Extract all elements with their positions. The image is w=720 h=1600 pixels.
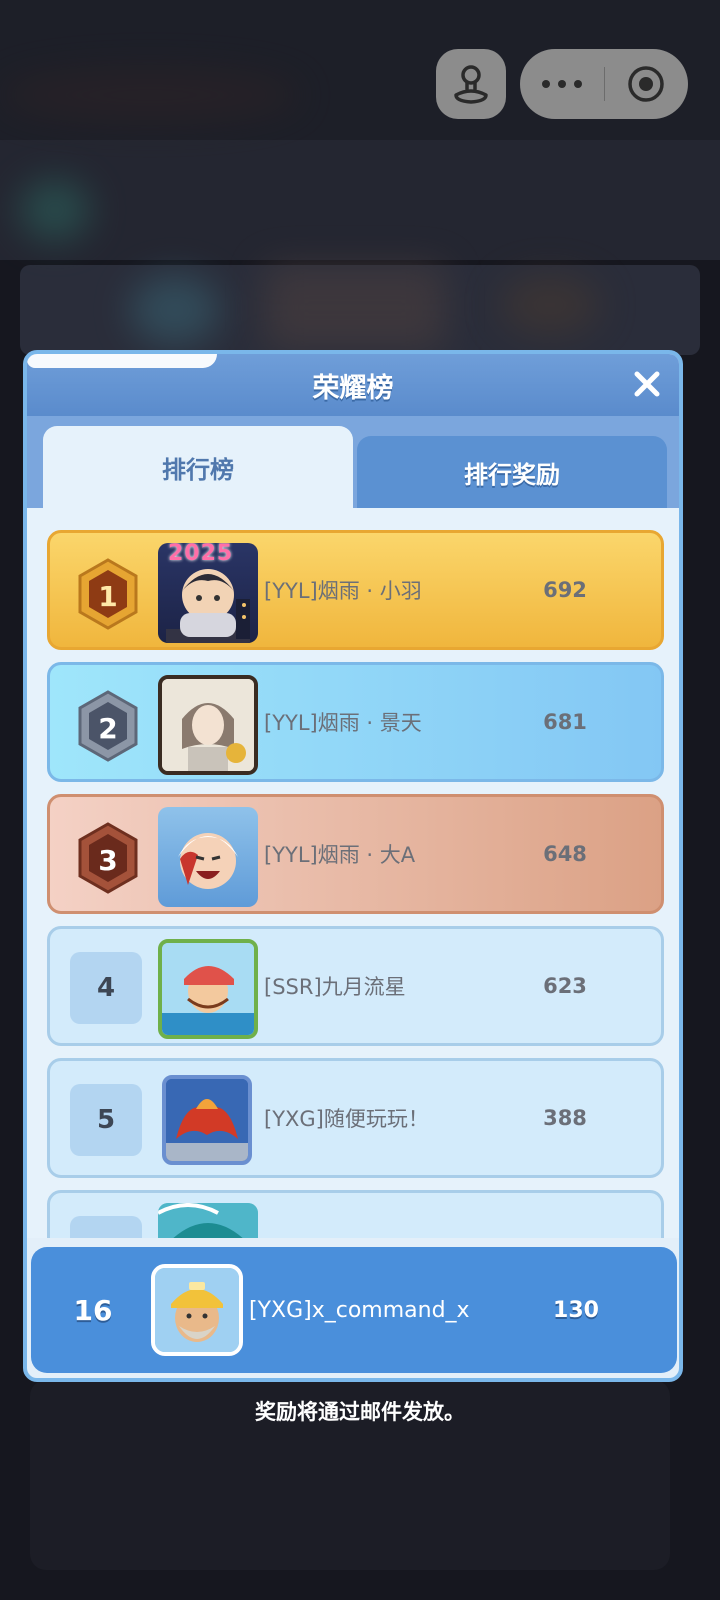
modal-title: 荣耀榜 — [312, 372, 394, 404]
more-icon — [541, 80, 582, 88]
player-name: [SSR]九月流星 — [264, 975, 406, 999]
tab-bar: 排行榜 排行奖励 — [27, 416, 679, 508]
tab-rewards[interactable]: 排行奖励 — [357, 436, 667, 508]
my-avatar — [151, 1264, 243, 1356]
player-score: 681 — [543, 710, 587, 734]
silver-medal-icon: 2 — [78, 690, 138, 762]
my-rank: 16 — [73, 1293, 113, 1327]
ranking-row-4[interactable]: 4 [SSR]九月流星 623 — [47, 926, 664, 1046]
avatar — [158, 1203, 258, 1238]
avatar — [158, 939, 258, 1039]
leaderboard-modal: 荣耀榜 排行榜 排行奖励 1 2025 [YYL]烟雨 · 小羽 692 2 [… — [23, 350, 683, 1382]
close-icon — [634, 371, 660, 397]
gold-medal-icon: 1 — [78, 558, 138, 630]
player-name: [YYL]烟雨 · 景天 — [264, 711, 422, 735]
player-name: [YXG]随便玩玩！ — [264, 1107, 429, 1131]
ranking-row-5[interactable]: 5 [YXG]随便玩玩！ 388 — [47, 1058, 664, 1178]
reward-mail-note: 奖励将通过邮件发放。 — [255, 1400, 465, 1424]
my-ranking-row[interactable]: 16 [YXG]x_command_x 130 — [31, 1247, 677, 1373]
rank-number — [70, 1216, 142, 1238]
joystick-button[interactable] — [436, 49, 506, 119]
joystick-icon — [454, 65, 488, 104]
capsule-menu — [520, 49, 688, 119]
avatar: 2025 — [158, 543, 258, 643]
my-player-score: 130 — [553, 1297, 599, 1323]
rank-3-label: 3 — [98, 844, 117, 877]
player-score: 648 — [543, 842, 587, 866]
ranking-row-3[interactable]: 3 [YYL]烟雨 · 大A 648 — [47, 794, 664, 914]
ranking-row-2[interactable]: 2 [YYL]烟雨 · 景天 681 — [47, 662, 664, 782]
avatar — [158, 807, 258, 907]
more-button[interactable] — [520, 49, 604, 119]
ranking-row-6[interactable] — [47, 1190, 664, 1238]
rank-number: 4 — [70, 952, 142, 1024]
avatar — [158, 675, 258, 775]
ranking-row-1[interactable]: 1 2025 [YYL]烟雨 · 小羽 692 — [47, 530, 664, 650]
rank-number: 5 — [70, 1084, 142, 1156]
player-score: 388 — [543, 1106, 587, 1130]
player-name: [YYL]烟雨 · 小羽 — [264, 579, 422, 603]
avatar — [162, 1075, 252, 1165]
snow-decoration — [27, 354, 217, 368]
close-button[interactable] — [629, 366, 665, 402]
bronze-medal-icon: 3 — [78, 822, 138, 894]
record-icon — [628, 66, 664, 102]
my-player-name: [YXG]x_command_x — [249, 1297, 470, 1323]
rank-2-label: 2 — [98, 712, 117, 745]
tab-ranking[interactable]: 排行榜 — [43, 426, 353, 508]
close-miniprogram-button[interactable] — [605, 49, 689, 119]
player-score: 623 — [543, 974, 587, 998]
avatar-badge-2025: 2025 — [168, 543, 234, 566]
player-name: [YYL]烟雨 · 大A — [264, 843, 416, 867]
player-score: 692 — [543, 578, 587, 602]
modal-header: 荣耀榜 — [27, 354, 679, 416]
ranking-list[interactable]: 1 2025 [YYL]烟雨 · 小羽 692 2 [YYL]烟雨 · 景天 6… — [27, 508, 679, 1238]
rank-1-label: 1 — [98, 580, 117, 613]
